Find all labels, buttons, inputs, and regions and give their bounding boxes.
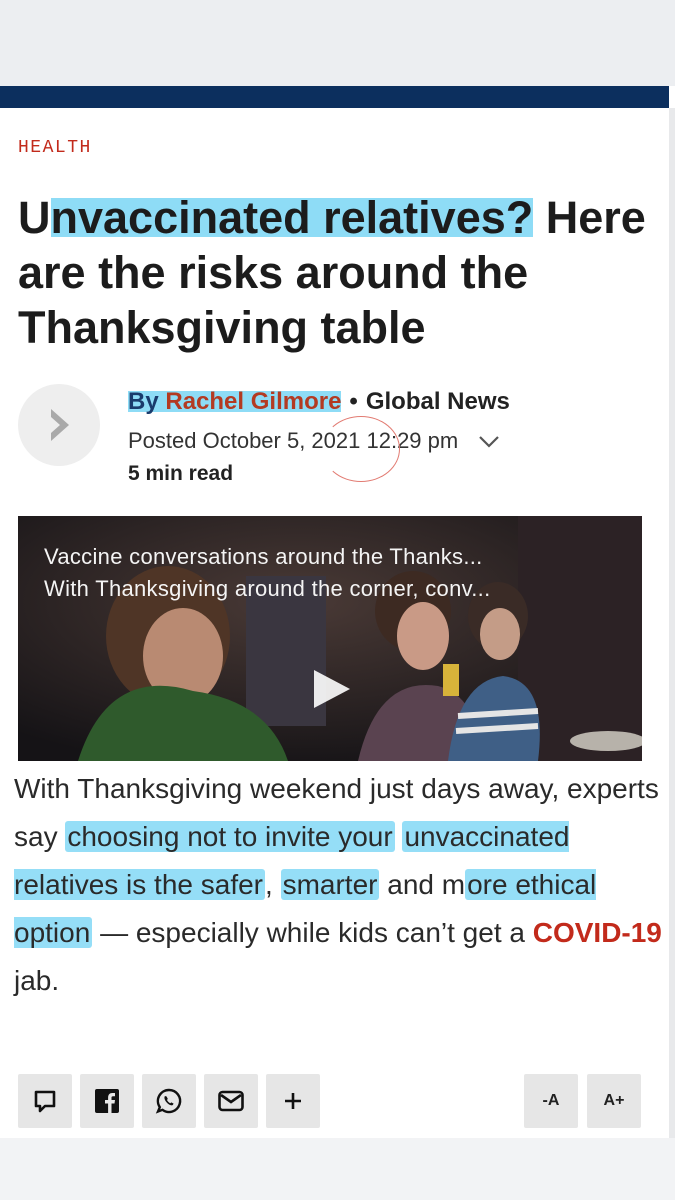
chevron-right-icon: [51, 409, 69, 441]
video-player[interactable]: Vaccine conversations around the Thanks.…: [18, 516, 642, 761]
byline: By Rachel Gilmore • Global News: [128, 388, 510, 416]
video-description: With Thanksgiving around the corner, con…: [44, 576, 491, 601]
facebook-icon: [95, 1089, 119, 1113]
bottom-area: [0, 1138, 675, 1200]
article-headline: Unvaccinated relatives? Here are the ris…: [18, 190, 648, 355]
posted-text: Posted October 5, 2021 12:29 pm: [128, 428, 459, 453]
posted-date: Posted October 5, 2021 12:29 pm: [128, 428, 500, 455]
increase-font-button[interactable]: A+: [587, 1074, 641, 1128]
body-text-4: and m: [379, 869, 466, 900]
body-highlight-1: choosing not to invite your: [65, 821, 395, 852]
more-share-button[interactable]: [266, 1074, 320, 1128]
byline-separator: •: [349, 388, 358, 415]
page-edge: [669, 108, 675, 1138]
site-nav-bar: [0, 86, 669, 108]
page: HEALTH Unvaccinated relatives? Here are …: [0, 0, 675, 1200]
headline-first-letter: U: [18, 192, 51, 243]
body-text-6: jab.: [14, 965, 60, 996]
facebook-share-button[interactable]: [80, 1074, 134, 1128]
status-area: [0, 0, 675, 86]
byline-by: By: [128, 388, 166, 415]
play-icon[interactable]: [314, 670, 350, 708]
body-text-3: ,: [265, 869, 281, 900]
read-time: 5 min read: [128, 462, 234, 485]
headline-highlighted: nvaccinated relatives?: [50, 192, 534, 243]
category-link[interactable]: HEALTH: [18, 138, 92, 158]
comment-button[interactable]: [18, 1074, 72, 1128]
body-highlight-3: smarter: [280, 869, 380, 900]
video-title[interactable]: Vaccine conversations around the Thanks.…: [44, 544, 483, 570]
comment-icon: [34, 1090, 56, 1113]
author-link[interactable]: Rachel Gilmore: [165, 388, 342, 415]
expand-dates-toggle[interactable]: [478, 429, 500, 455]
body-text-5: — especially while kids can’t get a: [92, 917, 533, 948]
outlet-name: Global News: [365, 388, 510, 415]
pen-annotation-circle: [322, 416, 400, 482]
chevron-down-icon: [479, 436, 500, 448]
article-lead-paragraph: With Thanksgiving weekend just days away…: [14, 765, 664, 1005]
decrease-font-button[interactable]: -A: [524, 1074, 578, 1128]
email-icon: [218, 1090, 244, 1112]
covid-19-link[interactable]: COVID-19: [533, 917, 662, 948]
plus-icon: [285, 1093, 301, 1109]
email-share-button[interactable]: [204, 1074, 258, 1128]
author-avatar[interactable]: [18, 384, 100, 466]
whatsapp-icon: [155, 1088, 182, 1114]
whatsapp-share-button[interactable]: [142, 1074, 196, 1128]
